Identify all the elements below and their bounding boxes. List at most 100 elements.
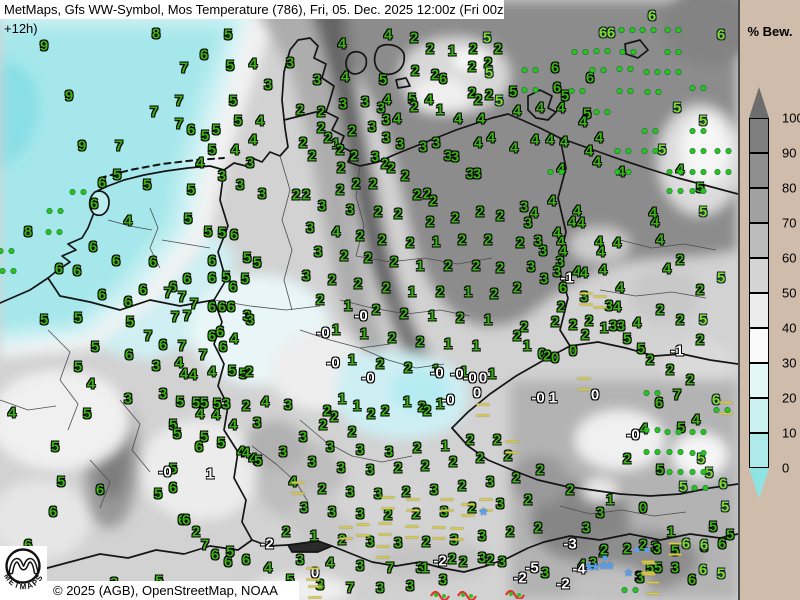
- fog-symbol: [307, 568, 320, 581]
- drizzle-symbol: [644, 70, 660, 75]
- temperature-value: 5: [40, 313, 48, 328]
- fog-symbol: [441, 499, 454, 512]
- temperature-value: 4: [8, 406, 16, 421]
- drizzle-symbol: [665, 28, 681, 33]
- fog-symbol: [433, 527, 446, 540]
- temperature-value: 2: [410, 31, 418, 46]
- temperature-value-negative: -0: [463, 371, 476, 386]
- temperature-value: 2: [506, 525, 514, 540]
- temperature-value: 5: [224, 28, 232, 43]
- drizzle-symbol: [615, 149, 631, 154]
- drizzle-symbol: [642, 129, 658, 134]
- weather-map[interactable]: 9856754397577655543497544353553366866644…: [0, 0, 738, 600]
- temperature-value: 4: [656, 233, 664, 248]
- temperature-value: 3: [368, 120, 376, 135]
- temperature-value: 3: [159, 387, 167, 402]
- temperature-value: 6: [655, 396, 663, 411]
- temperature-value: 3: [246, 313, 254, 328]
- temperature-value: 3: [308, 455, 316, 470]
- temperature-value-negative: -0: [361, 371, 374, 386]
- temperature-value: 8: [24, 225, 32, 240]
- fog-symbol: [292, 482, 305, 495]
- fog-symbol: [451, 528, 464, 541]
- temperature-value: 6: [439, 72, 447, 87]
- temperature-value: 4: [196, 156, 204, 171]
- drizzle-symbol: [692, 486, 708, 491]
- temperature-value: 1: [600, 321, 608, 336]
- fog-symbol: [669, 543, 682, 556]
- temperature-value: 4: [256, 114, 264, 129]
- fog-symbol: [407, 499, 420, 512]
- temperature-value: 1: [353, 399, 361, 414]
- temperature-value: 5: [726, 528, 734, 543]
- temperature-value: 4: [249, 133, 257, 148]
- fog-symbol: [647, 582, 660, 595]
- temperature-value: 6: [227, 300, 235, 315]
- temperature-value: 4: [326, 556, 334, 571]
- temperature-value: 6: [124, 295, 132, 310]
- temperature-value: 2: [316, 293, 324, 308]
- temperature-value: 1: [444, 337, 452, 352]
- temperature-value: 3: [306, 221, 314, 236]
- temperature-value: 6: [169, 481, 177, 496]
- temperature-value: 4: [384, 28, 392, 43]
- temperature-value: 6: [125, 348, 133, 363]
- temperature-value: 3: [527, 260, 535, 275]
- temperature-value: 7: [115, 139, 123, 154]
- temperature-value: 5: [143, 178, 151, 193]
- temperature-value: 4: [208, 365, 216, 380]
- temperature-value-negative: -0: [316, 326, 329, 341]
- temperature-value: 3: [279, 445, 287, 460]
- temperature-value-negative: -4: [572, 562, 585, 577]
- temperature-value: 1: [421, 561, 429, 576]
- temperature-value: 4: [510, 141, 518, 156]
- temperature-value-negative: -0: [626, 428, 639, 443]
- temperature-value: 1: [403, 395, 411, 410]
- temperature-value: 2: [374, 205, 382, 220]
- temperature-value: 2: [378, 233, 386, 248]
- temperature-value: 9: [40, 39, 48, 54]
- temperature-value: 3: [524, 216, 532, 231]
- temperature-value: 3: [432, 136, 440, 151]
- temperature-value: 0: [639, 501, 647, 516]
- temperature-value-negative: 1: [206, 467, 214, 482]
- scale-arrow-bottom: [749, 468, 769, 499]
- temperature-value: 7: [171, 310, 179, 325]
- temperature-value: 3: [382, 113, 390, 128]
- temperature-value: 3: [326, 440, 334, 455]
- drizzle-symbol: [665, 430, 681, 435]
- map-title: MetMaps, Gfs WW-Symbol, Mos Temperature …: [0, 0, 504, 19]
- temperature-value: 2: [348, 425, 356, 440]
- temperature-value: 4: [577, 216, 585, 231]
- temperature-value: 2: [423, 404, 431, 419]
- drizzle-symbol: [617, 89, 633, 94]
- fog-symbol: [406, 526, 419, 539]
- temperature-value: 3: [540, 272, 548, 287]
- temperature-value: 3: [406, 579, 414, 594]
- temperature-value: 2: [410, 100, 418, 115]
- temperature-value: 3: [371, 150, 379, 165]
- temperature-value: 7: [164, 286, 172, 301]
- temperature-value: 5: [74, 311, 82, 326]
- temperature-value-negative: -2: [433, 554, 446, 569]
- temperature-value: 2: [390, 255, 398, 270]
- temperature-value: 4: [264, 561, 272, 576]
- temperature-value: 2: [340, 249, 348, 264]
- temperature-value: 7: [175, 94, 183, 109]
- temperature-value: 2: [402, 485, 410, 500]
- temperature-value: 5: [241, 272, 249, 287]
- snow-symbol: *: [625, 568, 631, 587]
- temperature-value: 7: [201, 538, 209, 553]
- temperature-value: 5: [57, 475, 65, 490]
- fog-symbol: [357, 524, 370, 537]
- temperature-value: 2: [493, 433, 501, 448]
- temperature-value-negative: -1: [670, 344, 683, 359]
- fog-symbol: [462, 504, 475, 517]
- fog-symbol: [578, 378, 591, 391]
- temperature-value: 2: [302, 188, 310, 203]
- temperature-value: 4: [341, 70, 349, 85]
- temperature-value: 3: [486, 475, 494, 490]
- temperature-value: 2: [623, 542, 631, 557]
- temperature-value: 2: [496, 209, 504, 224]
- temperature-value: 2: [406, 236, 414, 251]
